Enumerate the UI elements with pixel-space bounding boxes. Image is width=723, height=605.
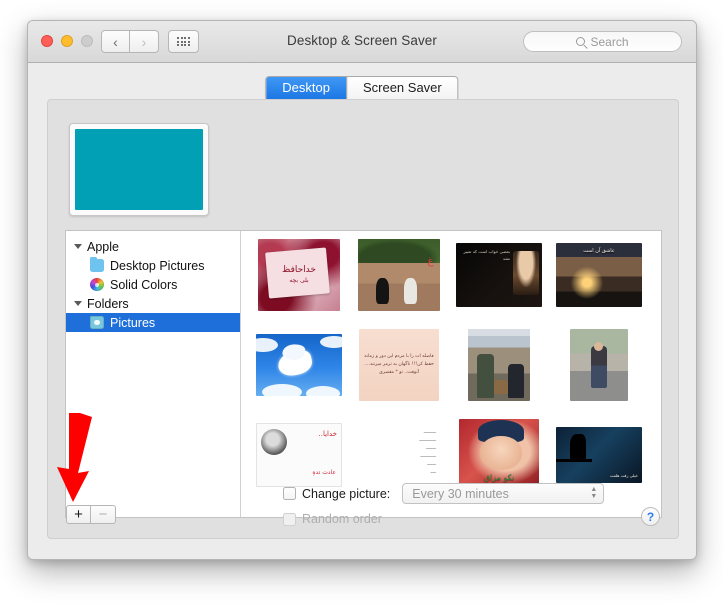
window-body: Desktop Screen Saver Apple Deskto [28, 63, 696, 560]
top-band [468, 329, 530, 336]
tab-desktop[interactable]: Desktop [266, 77, 346, 101]
folder-icon [90, 259, 104, 272]
thumbnail-item[interactable] [249, 329, 349, 401]
system-preferences-window: ‹ › Desktop & Screen Saver Search Deskto… [27, 20, 697, 560]
random-order-row: Random order [283, 512, 382, 526]
thumbnail-subcaption: عادت تدهِ [312, 469, 336, 478]
sidebar-group-label: Apple [87, 240, 119, 254]
thumbnail-sunset-poem[interactable]: عاشق آن است [556, 243, 642, 307]
sidebar-group-apple[interactable]: Apple [66, 237, 240, 256]
silhouette-shape [570, 434, 586, 460]
disclosure-triangle-icon[interactable] [74, 301, 82, 306]
sidebar-item-label: Solid Colors [110, 278, 177, 292]
picture-browser: Apple Desktop Pictures Solid Colors Fold… [65, 230, 662, 518]
thumbnail-two-men-with-dog[interactable] [468, 329, 530, 401]
thumbnail-item[interactable] [549, 329, 649, 401]
window-titlebar: ‹ › Desktop & Screen Saver Search [28, 21, 696, 63]
change-interval-value: Every 30 minutes [412, 487, 590, 501]
help-button[interactable]: ? [641, 507, 660, 526]
cloud-shape [306, 386, 340, 396]
thumbnail-handwritten-poem[interactable]: ــــــــــــــــــــــــــــــــــــــــ… [356, 423, 442, 487]
thumbnail-item[interactable] [549, 509, 649, 517]
cloud-shape [256, 338, 278, 352]
thumbnail-caption: بعضی خواب است که تعبیر نشد [459, 248, 510, 262]
camera-folder-icon [90, 316, 104, 329]
thumbnail-caption: عاشق آن است [560, 247, 638, 303]
thumbnail-item[interactable]: نکو مزاق [449, 419, 549, 491]
sidebar-item-solid-colors[interactable]: Solid Colors [66, 275, 240, 294]
tab-screen-saver[interactable]: Screen Saver [346, 77, 458, 101]
disclosure-triangle-icon[interactable] [74, 244, 82, 249]
search-icon [576, 37, 585, 46]
thumbnail-item[interactable]: ــــــــــــــــــــــــــــــــــــــــ… [349, 419, 449, 491]
thumbnail-crying-baby-hat[interactable]: نکو مزاق [459, 419, 539, 491]
change-interval-popup[interactable]: Every 30 minutes ▲▼ [402, 483, 604, 504]
thumbnail-caption: خداحافظ بلی بچه [258, 239, 340, 311]
person-shape [508, 364, 524, 398]
dove-shape [276, 348, 314, 379]
sidebar-group-label: Folders [87, 297, 129, 311]
stepper-chevrons-icon: ▲▼ [590, 488, 597, 498]
random-order-checkbox [283, 513, 296, 526]
goat-shape [376, 278, 389, 304]
person-shape [591, 346, 607, 388]
sidebar-group-folders[interactable]: Folders [66, 294, 240, 313]
thumbnail-item[interactable] [449, 329, 549, 401]
remove-folder-button: − [91, 505, 116, 524]
thumbnail-item[interactable]: فاصله ات را با مردم این دور و زمانه حفظ … [349, 329, 449, 401]
desktop-settings-panel: Apple Desktop Pictures Solid Colors Fold… [47, 99, 679, 539]
color-wheel-icon [90, 278, 104, 291]
desktop-preview[interactable] [69, 123, 209, 216]
thumbnail-silhouette-blue[interactable]: خیلی رفت هلمت [556, 427, 642, 483]
add-remove-folder-buttons: + − [66, 505, 116, 524]
portrait-shape [513, 251, 539, 295]
thumbnail-item[interactable]: بعضی خواب است که تعبیر نشد [449, 239, 549, 311]
sidebar-item-label: Desktop Pictures [110, 259, 204, 273]
person-shape [477, 354, 494, 398]
thumbnail-item[interactable]: غ [349, 239, 449, 311]
change-picture-checkbox[interactable] [283, 487, 296, 500]
thumbnail-goats-under-tree[interactable]: غ [358, 239, 440, 311]
thumbnail-caption: فاصله ات را با مردم این دور و زمانه حفظ … [363, 333, 435, 397]
thumbnail-caption: ــــــــــــــــــــــــــــــــــــــــ… [362, 428, 436, 482]
change-picture-label: Change picture: [302, 487, 390, 501]
cloud-shape [262, 384, 302, 396]
change-picture-row: Change picture: Every 30 minutes ▲▼ [283, 483, 604, 504]
thumbnail-caption: خدایا.. [319, 429, 337, 439]
head-shape [594, 342, 603, 351]
thumbnail-dark-poem-portrait[interactable]: بعضی خواب است که تعبیر نشد [456, 243, 542, 307]
thumbnail-white-dove-sky[interactable] [256, 334, 342, 396]
thumbnail-caption: خیلی رفت هلمت [587, 472, 638, 479]
thumbnail-khodaya-card[interactable]: خدایا.. عادت تدهِ [256, 423, 342, 487]
thumbnail-item[interactable]: خیلی رفت هلمت [549, 419, 649, 491]
source-list-sidebar: Apple Desktop Pictures Solid Colors Fold… [66, 231, 241, 517]
thumbnail-item[interactable]: خدایا.. عادت تدهِ [249, 419, 349, 491]
search-field[interactable]: Search [523, 31, 682, 52]
thumbnail-man-standing-road[interactable] [570, 329, 628, 401]
thumbnail-item[interactable] [449, 509, 549, 517]
thumbnail-grid[interactable]: خداحافظ بلی بچه غ [241, 231, 661, 517]
thumbnail-item[interactable]: عاشق آن است [549, 239, 649, 311]
thumbnail-caption: غ [427, 255, 433, 270]
thumbnail-item[interactable]: خداحافظ بلی بچه [249, 239, 349, 311]
goat-shape [404, 278, 417, 304]
preview-color-swatch [75, 129, 203, 210]
cloud-shape [320, 336, 342, 348]
search-placeholder: Search [590, 35, 628, 49]
random-order-label: Random order [302, 512, 382, 526]
sidebar-item-label: Pictures [110, 316, 155, 330]
sidebar-item-desktop-pictures[interactable]: Desktop Pictures [66, 256, 240, 275]
add-folder-button[interactable]: + [66, 505, 91, 524]
thumbnail-rose-farewell-card[interactable]: خداحافظ بلی بچه [258, 239, 340, 311]
thumbnail-peach-poem[interactable]: فاصله ات را با مردم این دور و زمانه حفظ … [359, 329, 439, 401]
baby-face-shape [480, 436, 522, 470]
portrait-shape [261, 429, 287, 455]
sidebar-item-pictures[interactable]: Pictures [66, 313, 240, 332]
